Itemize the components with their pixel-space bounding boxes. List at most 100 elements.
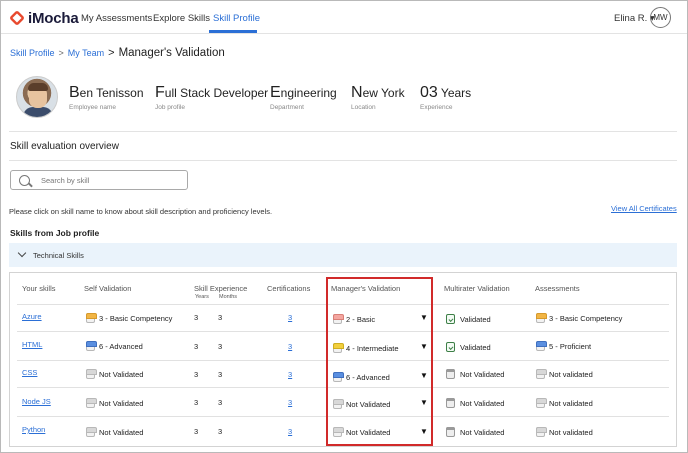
validated-check-icon <box>446 314 455 324</box>
experience-label: Experience <box>420 104 453 111</box>
breadcrumb-separator: > <box>58 48 64 58</box>
certifications-link[interactable]: 3 <box>288 427 292 436</box>
divider <box>9 131 677 132</box>
nav-my-assessments[interactable]: My Assessments <box>81 13 152 24</box>
avatar[interactable]: MW <box>650 7 671 28</box>
col-header-certifications: Certifications <box>267 284 311 293</box>
department: Engineering Department <box>270 84 337 111</box>
self-validation-cell: Not Validated <box>86 398 143 408</box>
certifications-count: 3 <box>288 342 292 351</box>
certifications-count: 3 <box>288 427 292 436</box>
certifications-link[interactable]: 3 <box>288 342 292 351</box>
validated-check-icon <box>446 342 455 352</box>
technical-skills-accordion[interactable]: Technical Skills <box>9 243 677 267</box>
assessment-cell: Not validated <box>536 398 593 408</box>
page-title: Manager's Validation <box>118 47 225 59</box>
nav-explore-skills[interactable]: Explore Skills <box>153 13 210 24</box>
imocha-logo[interactable]: iMocha <box>9 9 79 27</box>
not-validated-icon <box>446 398 455 408</box>
search-icon <box>19 175 30 186</box>
skill-link-html[interactable]: HTML <box>22 340 42 349</box>
experience-years: 3 <box>194 342 199 351</box>
experience-months: 3 <box>218 427 223 436</box>
experience-months: 3 <box>218 370 223 379</box>
table-row: Node JS <box>22 397 51 406</box>
user-menu[interactable]: Elina R. ▾ <box>614 13 655 24</box>
chevron-down-icon[interactable] <box>17 248 27 258</box>
employee-name: Ben Tenisson Employee name <box>69 84 144 111</box>
col-header-multirater-validation: Multirater Validation <box>444 284 510 293</box>
col-header-skills: Your skills <box>22 284 56 293</box>
experience-years: 3 <box>194 370 199 379</box>
experience-years: 3 <box>194 427 199 436</box>
certifications-count: 3 <box>288 398 292 407</box>
self-validation-cell: 3 - Basic Competency <box>86 313 172 323</box>
not-validated-icon <box>536 427 547 437</box>
not-validated-icon <box>536 369 547 379</box>
skill-link-azure[interactable]: Azure <box>22 312 42 321</box>
skill-link-python[interactable]: Python <box>22 425 45 434</box>
certifications-link[interactable]: 3 <box>288 313 292 322</box>
proficiency-level-icon <box>536 313 547 323</box>
experience: 03 Years Experience <box>420 84 472 111</box>
multirater-cell: Validated <box>446 342 491 352</box>
breadcrumb-my-team[interactable]: My Team <box>68 48 104 58</box>
table-row: Python <box>22 425 45 434</box>
multirater-cell: Not Validated <box>446 398 504 408</box>
job-profile-label: Job profile <box>155 104 185 111</box>
table-row: CSS <box>22 368 37 377</box>
accordion-label: Technical Skills <box>33 251 84 260</box>
multirater-cell: Not Validated <box>446 369 504 379</box>
col-header-skill-experience: Skill Experience <box>194 284 248 293</box>
department-label: Department <box>270 104 304 111</box>
top-nav: iMocha My Assessments Explore Skills Ski… <box>1 1 687 34</box>
proficiency-level-icon <box>86 341 97 351</box>
proficiency-level-icon <box>536 341 547 351</box>
table-row: Azure <box>22 312 42 321</box>
imocha-logo-icon <box>9 10 25 26</box>
instruction-text: Please click on skill name to know about… <box>9 207 273 216</box>
skill-link-css[interactable]: CSS <box>22 368 37 377</box>
not-validated-icon <box>446 369 455 379</box>
self-validation-cell: Not Validated <box>86 369 143 379</box>
experience-years: 3 <box>194 398 199 407</box>
not-validated-icon <box>536 398 547 408</box>
not-validated-icon <box>86 427 97 437</box>
col-header-self-validation: Self Validation <box>84 284 132 293</box>
assessment-cell: 3 - Basic Competency <box>536 313 622 323</box>
assessment-cell: Not validated <box>536 369 593 379</box>
location-label: Location <box>351 104 376 111</box>
logo-text: iMocha <box>28 9 79 27</box>
certifications-link[interactable]: 3 <box>288 370 292 379</box>
search-box[interactable] <box>10 170 188 190</box>
col-header-assessments: Assessments <box>535 284 580 293</box>
skill-link-node-js[interactable]: Node JS <box>22 397 51 406</box>
location: New York Location <box>351 84 405 111</box>
active-tab-indicator <box>209 30 257 33</box>
col-subheader-years: Years <box>195 294 209 300</box>
experience-months: 3 <box>218 342 223 351</box>
nav-skill-profile[interactable]: Skill Profile <box>213 13 260 24</box>
employee-name-label: Employee name <box>69 104 116 111</box>
proficiency-level-icon <box>86 313 97 323</box>
self-validation-cell: Not Validated <box>86 427 143 437</box>
breadcrumb-skill-profile[interactable]: Skill Profile <box>10 48 55 58</box>
col-subheader-months: Months <box>219 294 238 300</box>
divider <box>9 160 677 161</box>
assessment-cell: 5 - Proficient <box>536 341 591 351</box>
certifications-link[interactable]: 3 <box>288 398 292 407</box>
multirater-cell: Not Validated <box>446 427 504 437</box>
view-all-certificates-link[interactable]: View All Certificates <box>611 204 677 213</box>
self-validation-cell: 6 - Advanced <box>86 341 143 351</box>
breadcrumb: Skill Profile > My Team > Manager's Vali… <box>10 47 225 59</box>
assessment-cell: Not validated <box>536 427 593 437</box>
managers-validation-highlight <box>326 277 433 446</box>
certifications-count: 3 <box>288 370 292 379</box>
search-input[interactable] <box>41 174 181 186</box>
certifications-count: 3 <box>288 313 292 322</box>
experience-months: 3 <box>218 313 223 322</box>
section-title: Skill evaluation overview <box>10 141 119 152</box>
table-row: HTML <box>22 340 42 349</box>
not-validated-icon <box>86 369 97 379</box>
experience-years: 3 <box>194 313 199 322</box>
